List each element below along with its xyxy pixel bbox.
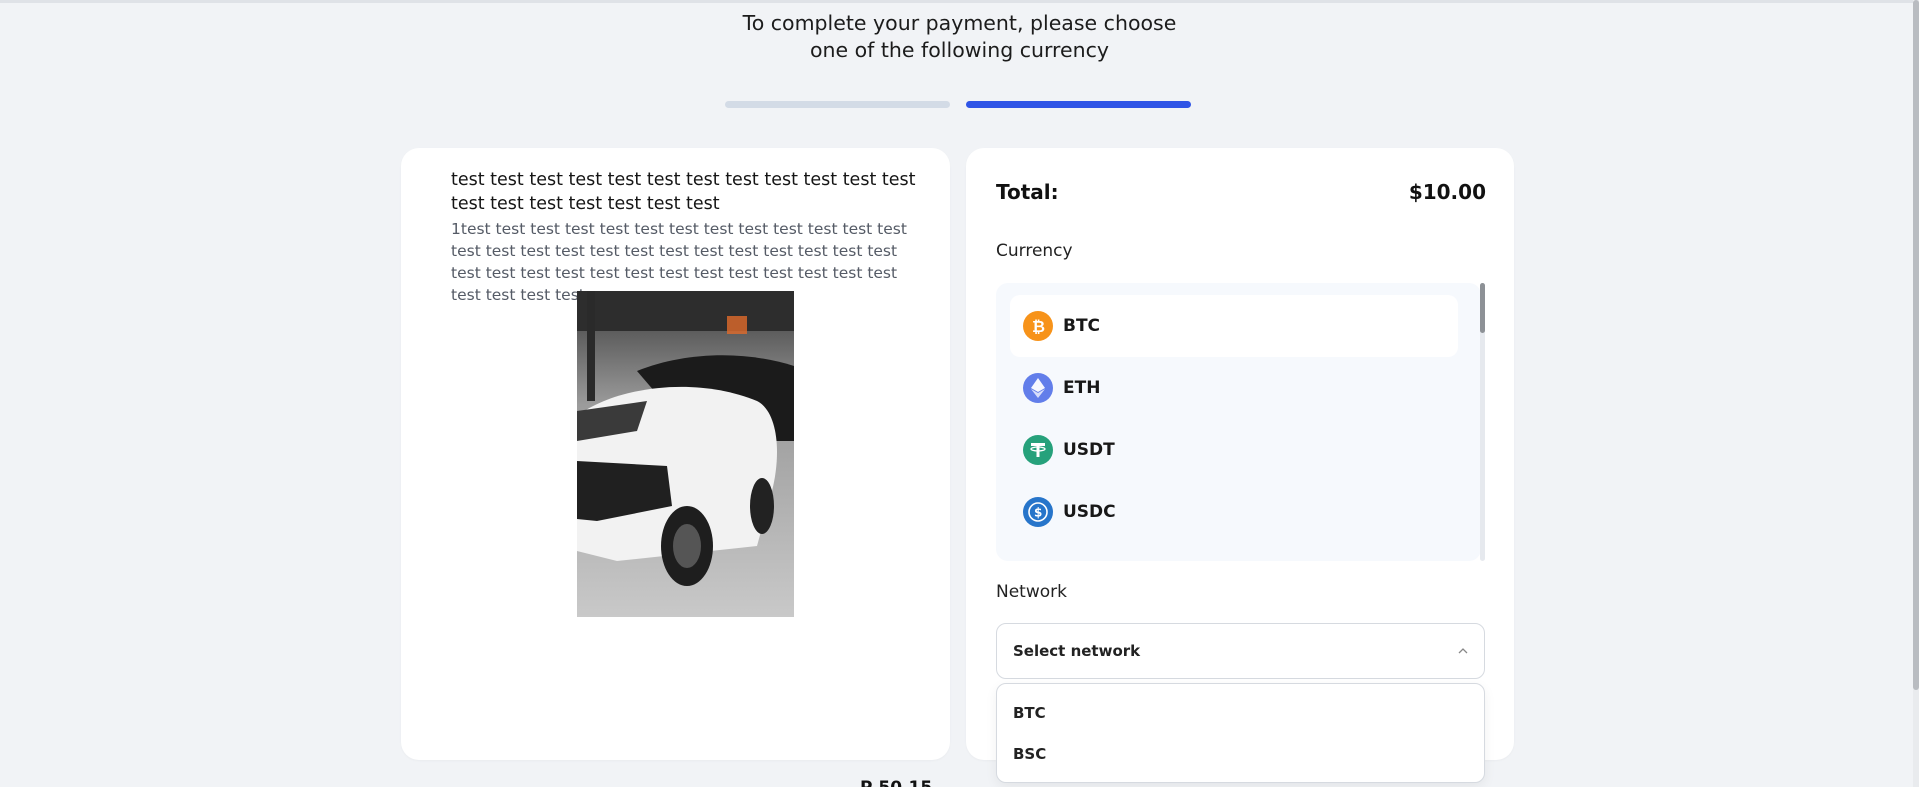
ethereum-icon: [1023, 373, 1053, 403]
currency-label-btc: BTC: [1063, 316, 1101, 336]
top-border: [0, 0, 1919, 3]
currency-label: Currency: [996, 241, 1073, 261]
step-1-indicator: [725, 101, 950, 108]
currency-list-scrollbar-thumb[interactable]: [1480, 283, 1485, 333]
step-2-indicator: [966, 101, 1191, 108]
total-label: Total:: [996, 180, 1059, 204]
page-heading: To complete your payment, please choose …: [0, 10, 1919, 64]
bitcoin-icon: ₿: [1023, 311, 1053, 341]
page-scrollbar[interactable]: [1913, 0, 1919, 787]
network-select[interactable]: Select network: [996, 623, 1485, 679]
footer-partial-text: P 50.15: [860, 778, 932, 787]
currency-item-btc[interactable]: ₿ BTC: [1010, 295, 1458, 357]
network-option-bsc[interactable]: BSC: [1013, 745, 1046, 763]
page-heading-line-2: one of the following currency: [809, 38, 1110, 62]
currency-item-usdt[interactable]: USDT: [1010, 419, 1458, 481]
svg-text:₿: ₿: [1032, 317, 1045, 335]
currency-label-usdc: USDC: [1063, 502, 1116, 522]
network-dropdown: BTC BSC: [996, 683, 1485, 783]
currency-list: ₿ BTC ETH USDT $ USDC: [996, 283, 1481, 561]
payment-card: Total: $10.00 Currency ₿ BTC ETH USDT $ …: [966, 148, 1514, 760]
currency-label-usdt: USDT: [1063, 440, 1115, 460]
usdc-icon: $: [1023, 497, 1053, 527]
product-image: [577, 291, 794, 617]
network-select-value: Select network: [1013, 642, 1141, 660]
currency-list-scrollbar[interactable]: [1480, 283, 1485, 561]
progress-steps: [725, 101, 1191, 109]
product-card: test test test test test test test test …: [401, 148, 950, 760]
tether-icon: [1023, 435, 1053, 465]
currency-item-eth[interactable]: ETH: [1010, 357, 1458, 419]
currency-label-eth: ETH: [1063, 378, 1101, 398]
chevron-up-icon: [1458, 643, 1468, 657]
product-title: test test test test test test test test …: [451, 170, 916, 214]
network-option-btc[interactable]: BTC: [1013, 704, 1046, 722]
network-label: Network: [996, 582, 1067, 602]
total-value: $10.00: [1408, 180, 1486, 204]
currency-item-usdc[interactable]: $ USDC: [1010, 481, 1458, 543]
svg-text:$: $: [1034, 506, 1042, 520]
payment-page: To complete your payment, please choose …: [0, 0, 1919, 787]
total-row: Total: $10.00: [996, 180, 1486, 204]
page-scrollbar-thumb[interactable]: [1913, 0, 1919, 690]
car-photo-icon: [577, 291, 794, 617]
page-heading-line-1: To complete your payment, please choose: [742, 11, 1177, 35]
